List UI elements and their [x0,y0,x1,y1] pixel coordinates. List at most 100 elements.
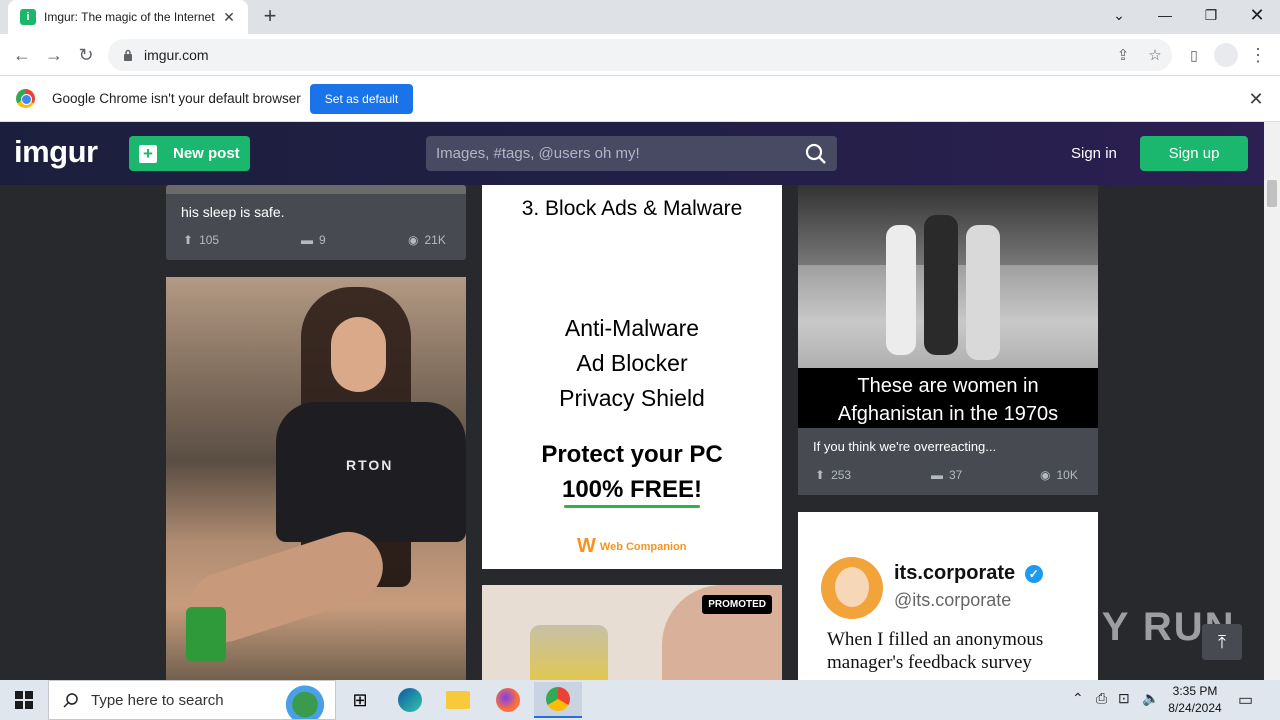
ad-protect-text: Protect your PC [541,441,723,468]
caption-line-2: Afghanistan in the 1970s [837,403,1059,425]
ad-underline [564,505,700,508]
jar-shape [530,625,608,680]
windows-logo-icon [15,691,33,709]
search-highlight-icon [269,683,329,719]
start-button[interactable] [0,680,48,720]
close-window-button[interactable]: ✕ [1234,0,1280,30]
eye-icon: ◉ [1040,468,1051,482]
post-card-photo[interactable]: RTON [166,277,466,680]
imgur-logo[interactable]: imgur [14,134,98,170]
reload-icon[interactable]: ↻ [74,43,98,67]
comment-stat[interactable]: ▬ 9 [301,233,326,247]
menu-icon[interactable]: ⋮ [1246,43,1270,67]
address-bar[interactable]: imgur.com ⇪ ☆ [108,39,1172,71]
comment-count: 9 [319,233,326,247]
chrome-logo-icon [16,89,35,108]
post-card-afghanistan[interactable]: These are women in Afghanistan in the 19… [798,185,1098,495]
scrollbar-thumb[interactable] [1267,180,1277,207]
infobar-message: Google Chrome isn't your default browser [52,91,301,106]
comment-icon: ▬ [931,468,943,482]
file-explorer-icon[interactable] [434,684,482,716]
set-as-default-button[interactable]: Set as default [310,84,413,114]
ad-card[interactable]: 3. Block Ads & Malware Anti-Malware Ad B… [482,185,782,569]
tray-chevron-icon[interactable]: ⌃ [1072,690,1084,707]
image-caption: These are women in Afghanistan in the 19… [798,368,1098,428]
post-card[interactable]: his sleep is safe. ⬆ 105 ▬ 9 ◉ 21K [166,185,466,260]
tab-search-icon[interactable]: ⌄ [1096,0,1142,30]
tweet-avatar [821,557,883,619]
view-count: 21K [424,233,446,247]
firefox-icon[interactable] [484,684,532,716]
volume-icon[interactable]: 🔈 [1142,690,1159,707]
upvote-stat[interactable]: ⬆ 253 [815,468,851,482]
tweet-text-1: When I filled an anonymous [827,629,1044,650]
search-input[interactable] [436,145,805,162]
web-companion-brand: W Web Companion [577,535,686,558]
infobar-close-icon[interactable]: ✕ [1246,89,1266,109]
profile-avatar-icon[interactable] [1214,43,1238,67]
minimize-button[interactable]: — [1142,0,1188,30]
windows-taskbar: Type here to search ⊞ ⌃ ⎙ ⊡ 🔈 3:35 PM 8/… [0,680,1280,720]
imgur-header: imgur + New post Sign in Sign up [0,122,1264,185]
promoted-card[interactable]: PROMOTED [482,585,782,680]
figure-3 [966,225,1000,360]
sock-shape [186,607,226,662]
figure-2 [924,215,958,355]
taskbar-search[interactable]: Type here to search [48,680,336,720]
network-icon[interactable]: ⊡ [1118,690,1130,707]
w-logo-icon: W [577,535,596,557]
scroll-to-top-button[interactable]: ⤒ [1202,624,1242,660]
verified-badge-icon: ✓ [1024,564,1043,583]
forward-icon[interactable]: → [42,43,66,67]
sign-up-button[interactable]: Sign up [1140,136,1248,171]
restore-button[interactable]: ❐ [1188,0,1234,30]
page-scrollbar[interactable] [1264,122,1280,680]
view-count: 10K [1056,468,1078,482]
upvote-arrow-icon: ⬆ [183,233,194,247]
notification-icon[interactable]: ▭ [1238,690,1253,710]
avatar-face [835,567,869,607]
tab-title: Imgur: The magic of the Internet [44,10,215,24]
lock-icon [124,49,132,61]
search-icon[interactable] [805,143,827,165]
views-stat: ◉ 10K [1040,468,1078,482]
views-stat: ◉ 21K [408,233,446,247]
caption-line-1: These are women in [857,375,1039,397]
eye-icon: ◉ [408,233,419,247]
brand-name: Web Companion [599,540,687,553]
tweet-display-name: its.corporate [894,562,1016,584]
task-view-icon[interactable]: ⊞ [336,684,384,716]
ad-feature-1: Anti-Malware [564,315,700,341]
share-icon[interactable]: ⇪ [1112,44,1134,66]
comment-icon: ▬ [301,233,313,247]
browser-tab[interactable]: i Imgur: The magic of the Internet ✕ [8,0,248,34]
upvote-arrow-icon: ⬆ [815,468,826,482]
chrome-taskbar-icon[interactable] [534,682,582,718]
clock[interactable]: 3:35 PM 8/24/2024 [1160,683,1230,717]
sign-in-link[interactable]: Sign in [1071,145,1117,162]
imgur-favicon-icon: i [20,9,36,25]
url-text: imgur.com [144,47,209,63]
tab-close-icon[interactable]: ✕ [220,9,238,26]
figure-1 [886,225,916,355]
post-image [166,185,466,194]
tab-strip: i Imgur: The magic of the Internet ✕ + ⌄… [0,0,1280,34]
ad-headline: 3. Block Ads & Malware [521,197,743,220]
bookmark-star-icon[interactable]: ☆ [1144,44,1166,66]
tweet-name: its.corporate ✓ [894,562,1043,585]
upvote-stat[interactable]: ⬆ 105 [183,233,219,247]
taskbar-search-placeholder: Type here to search [91,691,224,709]
search-bar [426,136,837,171]
tray-device-icon[interactable]: ⎙ [1096,690,1107,707]
post-title: If you think we're overreacting... [813,439,997,454]
upvote-count: 105 [199,233,220,247]
edge-icon[interactable] [386,684,434,716]
clock-date: 8/24/2024 [1168,701,1222,715]
back-icon[interactable]: ← [10,43,34,67]
shirt-text: RTON [346,457,394,473]
new-post-button[interactable]: + New post [129,136,250,171]
comment-stat[interactable]: ▬ 37 [931,468,962,482]
new-tab-button[interactable]: + [258,4,282,28]
post-card-tweet[interactable]: its.corporate ✓ @its.corporate When I fi… [798,512,1098,680]
side-panel-icon[interactable]: ▯ [1182,43,1206,67]
